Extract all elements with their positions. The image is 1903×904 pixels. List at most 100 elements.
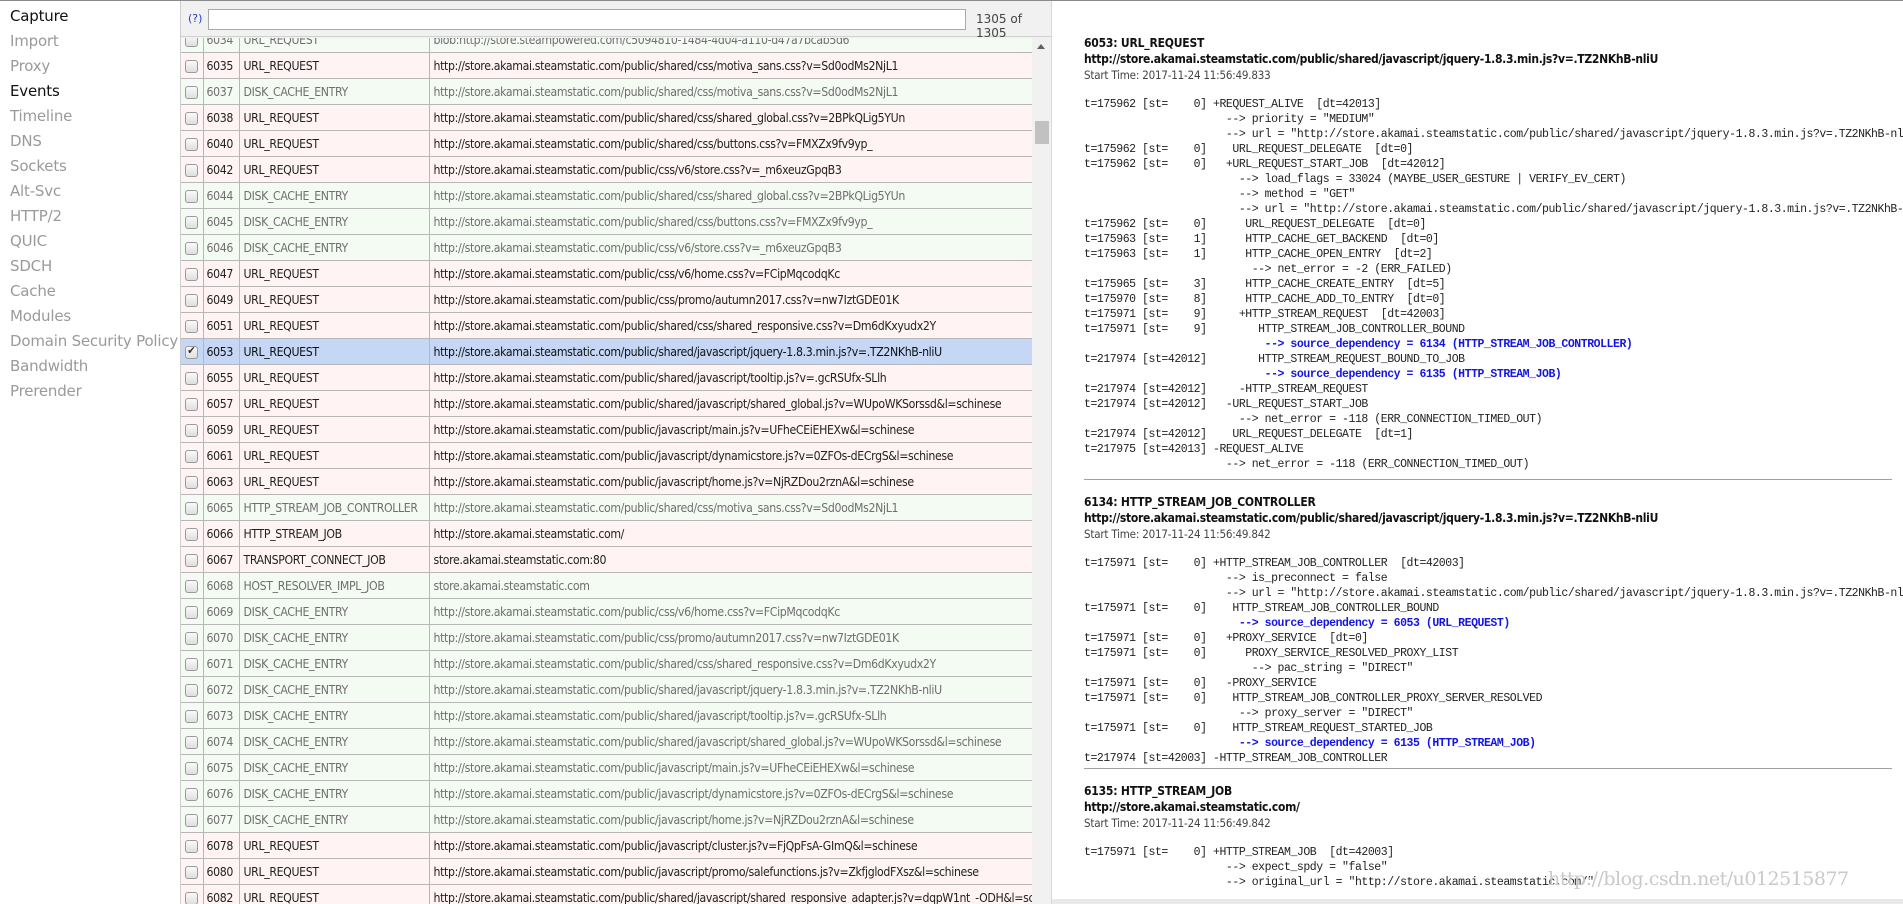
event-checkbox[interactable] xyxy=(185,267,199,281)
event-row[interactable]: 6082 URL_REQUEST http://store.akamai.steam… xyxy=(181,884,1032,904)
event-checkbox[interactable] xyxy=(185,449,199,463)
log-line: t=175963 [st= 1] HTTP_CACHE_GET_BACKEND … xyxy=(1084,233,1439,246)
event-row[interactable]: 6051 URL_REQUEST http://store.akamai.steam… xyxy=(181,312,1032,339)
source-dependency-link[interactable]: --> source_dependency = 6135 (HTTP_STREA… xyxy=(1084,736,1892,751)
event-checkbox[interactable] xyxy=(185,631,199,645)
event-source-type: URL_REQUEST xyxy=(239,364,430,391)
event-checkbox[interactable] xyxy=(185,137,199,151)
event-row[interactable]: 6034 URL_REQUEST blob:http://store.steampo… xyxy=(181,38,1032,53)
event-checkbox[interactable] xyxy=(185,344,199,359)
event-row[interactable]: 6035 URL_REQUEST http://store.akamai.steam… xyxy=(181,52,1032,79)
details-horizontal-scrollbar[interactable] xyxy=(1052,899,1903,904)
event-row[interactable]: 6072 DISK_CACHE_ENTRY http://store.akamai.… xyxy=(181,676,1032,703)
filter-input[interactable] xyxy=(208,9,966,30)
event-checkbox[interactable] xyxy=(185,85,199,99)
event-checkbox[interactable] xyxy=(185,215,199,229)
event-row[interactable]: 6065 HTTP_STREAM_JOB_CONTROLLER http://sto… xyxy=(181,494,1032,521)
event-description: http://store.akamai.steamstatic.com/publ… xyxy=(429,442,1032,469)
event-checkbox[interactable] xyxy=(185,813,199,827)
event-checkbox[interactable] xyxy=(185,293,199,307)
event-checkbox[interactable] xyxy=(185,38,199,47)
events-list-scrollbar[interactable] xyxy=(1032,38,1052,904)
event-checkbox[interactable] xyxy=(185,605,199,619)
source-dependency-link[interactable]: --> source_dependency = 6134 (HTTP_STREA… xyxy=(1084,337,1892,352)
event-row[interactable]: 6069 DISK_CACHE_ENTRY http://store.akamai.… xyxy=(181,598,1032,625)
event-checkbox[interactable] xyxy=(185,553,199,567)
event-checkbox[interactable] xyxy=(185,579,199,593)
event-checkbox[interactable] xyxy=(185,241,199,255)
event-row[interactable]: 6063 URL_REQUEST http://store.akamai.steam… xyxy=(181,468,1032,495)
scroll-up-arrow-icon[interactable] xyxy=(1037,44,1045,49)
sidebar-item-sdch[interactable]: SDCH xyxy=(0,254,180,279)
event-checkbox[interactable] xyxy=(185,787,199,801)
event-row[interactable]: 6070 DISK_CACHE_ENTRY http://store.akamai.… xyxy=(181,624,1032,651)
sidebar-item-prerender[interactable]: Prerender xyxy=(0,379,180,404)
event-checkbox[interactable] xyxy=(185,59,199,73)
event-row[interactable]: 6044 DISK_CACHE_ENTRY http://store.akamai.… xyxy=(181,182,1032,209)
sidebar-item-bandwidth[interactable]: Bandwidth xyxy=(0,354,180,379)
sidebar-item-domain-security-policy[interactable]: Domain Security Policy xyxy=(0,329,180,354)
event-row[interactable]: 6067 TRANSPORT_CONNECT_JOB store.akamai.st… xyxy=(181,546,1032,573)
event-checkbox[interactable] xyxy=(185,319,199,333)
event-row[interactable]: 6077 DISK_CACHE_ENTRY http://store.akamai.… xyxy=(181,806,1032,833)
event-checkbox[interactable] xyxy=(185,163,199,177)
source-dependency-link[interactable]: --> source_dependency = 6053 (URL_REQUES… xyxy=(1084,616,1892,631)
event-row[interactable]: 6075 DISK_CACHE_ENTRY http://store.akamai.… xyxy=(181,754,1032,781)
event-checkbox[interactable] xyxy=(185,657,199,671)
event-row[interactable]: 6080 URL_REQUEST http://store.akamai.steam… xyxy=(181,858,1032,885)
event-row[interactable]: 6045 DISK_CACHE_ENTRY http://store.akamai.… xyxy=(181,208,1032,235)
event-row[interactable]: 6049 URL_REQUEST http://store.akamai.steam… xyxy=(181,286,1032,313)
event-row[interactable]: 6073 DISK_CACHE_ENTRY http://store.akamai.… xyxy=(181,702,1032,729)
scrollbar-thumb[interactable] xyxy=(1035,121,1049,144)
sidebar-item-import[interactable]: Import xyxy=(0,29,180,54)
event-description: http://store.akamai.steamstatic.com/publ… xyxy=(429,390,1032,417)
event-description: http://store.akamai.steamstatic.com/publ… xyxy=(429,208,1032,235)
event-row[interactable]: 6038 URL_REQUEST http://store.akamai.steam… xyxy=(181,104,1032,131)
event-row[interactable]: 6053URL_REQUESThttp://store.akamai.steam… xyxy=(181,338,1032,365)
event-row[interactable]: 6071 DISK_CACHE_ENTRY http://store.akamai.… xyxy=(181,650,1032,677)
event-row[interactable]: 6068 HOST_RESOLVER_IMPL_JOB store.akamai.s… xyxy=(181,572,1032,599)
event-row[interactable]: 6076 DISK_CACHE_ENTRY http://store.akamai.… xyxy=(181,780,1032,807)
sidebar-item-capture[interactable]: Capture xyxy=(0,4,180,29)
event-checkbox[interactable] xyxy=(185,891,199,904)
event-checkbox[interactable] xyxy=(185,189,199,203)
event-row[interactable]: 6047 URL_REQUEST http://store.akamai.steam… xyxy=(181,260,1032,287)
sidebar-item-alt-svc[interactable]: Alt-Svc xyxy=(0,179,180,204)
event-checkbox[interactable] xyxy=(185,683,199,697)
event-checkbox[interactable] xyxy=(185,709,199,723)
event-checkbox[interactable] xyxy=(185,397,199,411)
sidebar-item-timeline[interactable]: Timeline xyxy=(0,104,180,129)
sidebar-item-cache[interactable]: Cache xyxy=(0,279,180,304)
sidebar-item-dns[interactable]: DNS xyxy=(0,129,180,154)
sidebar-item-proxy[interactable]: Proxy xyxy=(0,54,180,79)
event-source-type: URL_REQUEST xyxy=(239,130,430,157)
event-row[interactable]: 6066 HTTP_STREAM_JOB http://store.akamai.s… xyxy=(181,520,1032,547)
sidebar-item-sockets[interactable]: Sockets xyxy=(0,154,180,179)
sidebar-item-http-2[interactable]: HTTP/2 xyxy=(0,204,180,229)
sidebar-item-modules[interactable]: Modules xyxy=(0,304,180,329)
event-row[interactable]: 6059 URL_REQUEST http://store.akamai.steam… xyxy=(181,416,1032,443)
event-checkbox[interactable] xyxy=(185,527,199,541)
event-checkbox[interactable] xyxy=(185,839,199,853)
event-checkbox[interactable] xyxy=(185,371,199,385)
event-checkbox[interactable] xyxy=(185,475,199,489)
event-row[interactable]: 6078 URL_REQUEST http://store.akamai.steam… xyxy=(181,832,1032,859)
event-checkbox[interactable] xyxy=(185,865,199,879)
event-checkbox[interactable] xyxy=(185,735,199,749)
event-row[interactable]: 6074 DISK_CACHE_ENTRY http://store.akamai.… xyxy=(181,728,1032,755)
event-row[interactable]: 6046 DISK_CACHE_ENTRY http://store.akamai.… xyxy=(181,234,1032,261)
event-checkbox[interactable] xyxy=(185,761,199,775)
sidebar-item-quic[interactable]: QUIC xyxy=(0,229,180,254)
event-row[interactable]: 6040 URL_REQUEST http://store.akamai.steam… xyxy=(181,130,1032,157)
source-dependency-link[interactable]: --> source_dependency = 6135 (HTTP_STREA… xyxy=(1084,367,1892,382)
event-row[interactable]: 6061 URL_REQUEST http://store.akamai.steam… xyxy=(181,442,1032,469)
event-row[interactable]: 6057 URL_REQUEST http://store.akamai.steam… xyxy=(181,390,1032,417)
event-checkbox[interactable] xyxy=(185,423,199,437)
event-checkbox[interactable] xyxy=(185,111,199,125)
event-checkbox[interactable] xyxy=(185,501,199,515)
event-row[interactable]: 6037 DISK_CACHE_ENTRY http://store.akamai.… xyxy=(181,78,1032,105)
event-row[interactable]: 6042 URL_REQUEST http://store.akamai.steam… xyxy=(181,156,1032,183)
filter-help-link[interactable]: (?) xyxy=(188,12,202,25)
event-row[interactable]: 6055 URL_REQUEST http://store.akamai.steam… xyxy=(181,364,1032,391)
sidebar-item-events[interactable]: Events xyxy=(0,79,180,104)
